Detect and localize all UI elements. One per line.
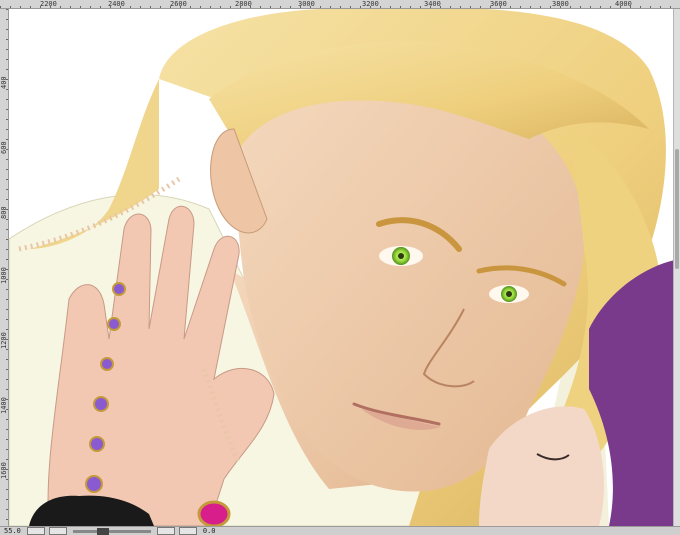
- ruler-label: 3000: [298, 0, 315, 8]
- ruler-label: 2600: [170, 0, 187, 8]
- ruler-left: 400 600 800 1000 1200 1400 1600: [0, 9, 9, 526]
- ruler-label: 3400: [424, 0, 441, 8]
- ruler-label: 600: [0, 141, 8, 154]
- rotation-value[interactable]: 0.0: [199, 527, 220, 535]
- ruler-top: 2200 2400 2600 2800 3000 3200 3400 3600 …: [0, 0, 680, 9]
- ruler-label: 1400: [0, 397, 8, 414]
- ruler-label: 1600: [0, 462, 8, 479]
- ruler-label: 2200: [40, 0, 57, 8]
- ruler-label: 3800: [552, 0, 569, 8]
- zoom-value[interactable]: 55.0: [0, 527, 25, 535]
- eye-pupil: [506, 291, 512, 297]
- zoom-slider-knob[interactable]: [96, 527, 109, 535]
- ruler-label: 2800: [235, 0, 252, 8]
- ruler-label: 400: [0, 76, 8, 89]
- eye-pupil: [398, 253, 404, 259]
- ruler-label: 3600: [490, 0, 507, 8]
- rotate-right-button[interactable]: [178, 527, 197, 535]
- status-bar: 55.0 0.0: [0, 526, 680, 535]
- drawing-canvas[interactable]: [9, 9, 680, 526]
- ruler-label: 4000: [615, 0, 632, 8]
- vertical-scrollbar[interactable]: [673, 9, 680, 526]
- artwork-illustration: [9, 9, 680, 526]
- ruler-label: 800: [0, 206, 8, 219]
- scrollbar-thumb[interactable]: [675, 149, 679, 269]
- ruler-label: 1200: [0, 332, 8, 349]
- zoom-in-button[interactable]: [48, 527, 67, 535]
- ruler-label: 1000: [0, 267, 8, 284]
- zoom-slider[interactable]: [72, 527, 151, 535]
- zoom-out-button[interactable]: [26, 527, 45, 535]
- pink-gem: [197, 500, 231, 526]
- ruler-label: 3200: [362, 0, 379, 8]
- ruler-label: 2400: [108, 0, 125, 8]
- rotate-left-button[interactable]: [156, 527, 175, 535]
